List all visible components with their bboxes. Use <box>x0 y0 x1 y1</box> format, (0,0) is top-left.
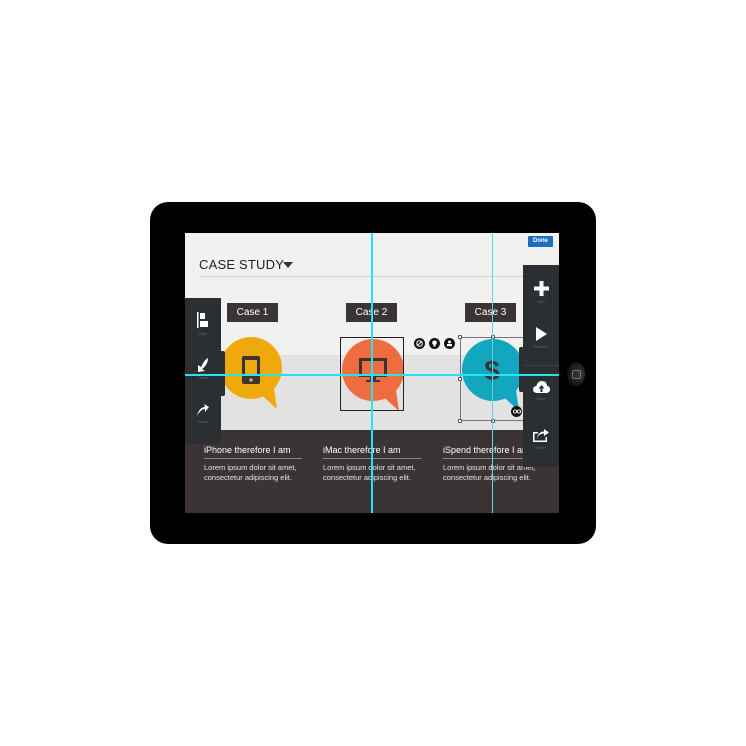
share-icon <box>533 429 549 442</box>
undo-icon <box>198 358 208 372</box>
cloud-upload-icon <box>532 381 550 393</box>
align-label: Align <box>198 331 208 336</box>
case-1-title[interactable]: iPhone therefore I am <box>204 445 291 455</box>
resize-handle[interactable] <box>458 377 462 381</box>
resize-handle[interactable] <box>458 419 462 423</box>
toolbar-divider <box>523 365 559 366</box>
save-label: Save <box>536 396 546 401</box>
align-button[interactable]: Align <box>185 312 221 336</box>
smartphone-icon <box>242 356 260 384</box>
home-button-icon[interactable] <box>567 362 585 386</box>
guide-extension <box>551 374 559 376</box>
plus-icon <box>533 281 549 296</box>
add-button[interactable]: Add <box>523 281 559 304</box>
case-2-title[interactable]: iMac therefore I am <box>323 445 401 455</box>
done-button[interactable]: Done <box>528 236 553 247</box>
left-toolbar: Align Undo Redo <box>185 298 221 444</box>
redo-button[interactable]: Redo <box>185 403 221 424</box>
preview-button[interactable]: Preview <box>523 327 559 349</box>
disable-icon[interactable] <box>414 338 425 349</box>
editor-screen: CASE STUDY Done Case 1 Case 2 Case 3 iPh… <box>185 233 559 513</box>
case-2-body[interactable]: Lorem ipsum dolor sit amet, consectetur … <box>323 463 428 483</box>
vertical-guide[interactable] <box>492 233 493 513</box>
lightbulb-icon[interactable] <box>429 338 440 349</box>
resize-handle[interactable] <box>458 335 462 339</box>
add-label: Add <box>537 299 545 304</box>
right-toolbar: Add Preview Save Share <box>523 265 559 467</box>
bubble-tail <box>255 381 277 409</box>
undo-label: Undo <box>198 375 208 380</box>
undo-button[interactable]: Undo <box>185 358 221 380</box>
redo-icon <box>197 404 209 416</box>
play-icon <box>536 327 547 341</box>
case-3-title[interactable]: iSpend therefore I am <box>443 445 530 455</box>
case-1-body[interactable]: Lorem ipsum dolor sit amet, consectetur … <box>204 463 309 483</box>
guide-extension <box>185 374 193 376</box>
case-1-divider <box>204 458 302 459</box>
horizontal-guide[interactable] <box>185 374 559 376</box>
preview-label: Preview <box>533 344 549 349</box>
share-button[interactable]: Share <box>523 429 559 450</box>
redo-label: Redo <box>198 419 208 424</box>
save-button[interactable]: Save <box>523 381 559 401</box>
caret-down-icon[interactable] <box>283 262 293 268</box>
case-tag-3[interactable]: Case 3 <box>465 303 516 322</box>
right-toolbar-handle[interactable] <box>519 347 524 392</box>
vertical-guide[interactable] <box>371 233 373 513</box>
case-tag-1[interactable]: Case 1 <box>227 303 278 322</box>
stamp-icon[interactable] <box>444 338 455 349</box>
share-label: Share <box>535 445 547 450</box>
page-title[interactable]: CASE STUDY <box>199 257 284 272</box>
link-icon[interactable] <box>511 406 522 417</box>
align-icon <box>197 312 208 328</box>
